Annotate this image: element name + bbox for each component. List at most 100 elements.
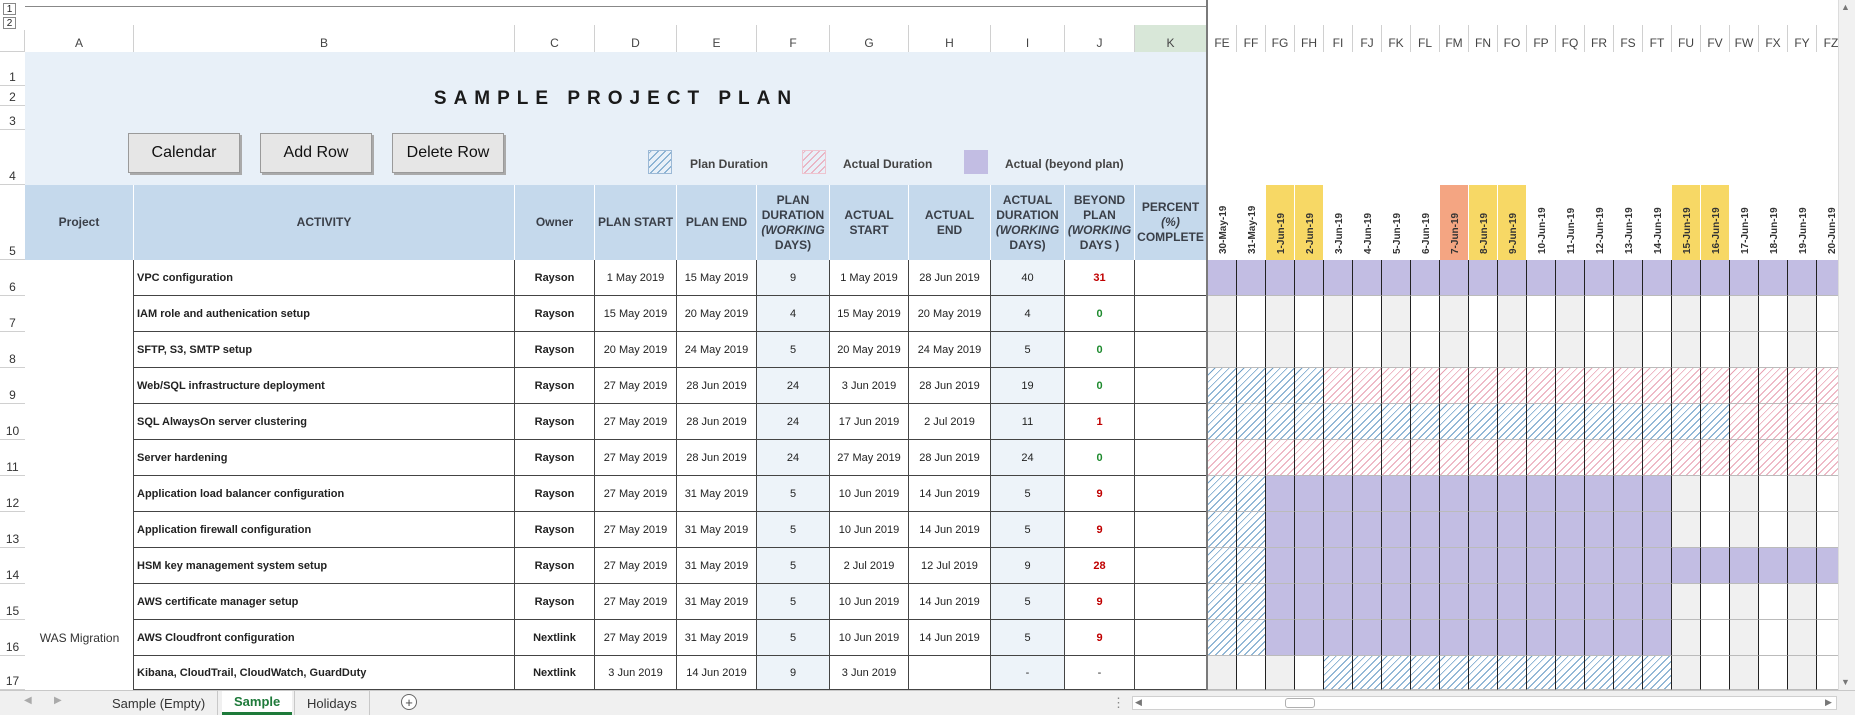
task-plan-end-cell[interactable]: 20 May 2019 [677, 296, 757, 332]
task-plan-duration-cell[interactable]: 4 [757, 296, 830, 332]
task-activity-cell[interactable]: Kibana, CloudTrail, CloudWatch, GuardDut… [134, 656, 515, 690]
tab-sample-empty[interactable]: Sample (Empty) [100, 691, 219, 715]
add-sheet-button[interactable]: + [401, 694, 417, 710]
row-header-12[interactable]: 12 [0, 476, 25, 512]
header-percent-complete[interactable]: PERCENT (%) COMPLETE [1135, 185, 1207, 260]
task-percent-cell[interactable] [1135, 656, 1207, 690]
task-plan-duration-cell[interactable]: 5 [757, 584, 830, 620]
task-actual-duration-cell[interactable]: 11 [991, 404, 1065, 440]
task-plan-end-cell[interactable]: 31 May 2019 [677, 548, 757, 584]
task-percent-cell[interactable] [1135, 368, 1207, 404]
task-owner-cell[interactable]: Nextlink [515, 620, 595, 656]
row-header-7[interactable]: 7 [0, 296, 25, 332]
task-plan-duration-cell[interactable]: 5 [757, 476, 830, 512]
task-actual-duration-cell[interactable]: 4 [991, 296, 1065, 332]
task-plan-start-cell[interactable]: 1 May 2019 [595, 260, 677, 296]
column-header-k[interactable]: K [1135, 25, 1207, 52]
task-plan-start-cell[interactable]: 27 May 2019 [595, 548, 677, 584]
add-row-button[interactable]: Add Row [260, 133, 372, 173]
row-header-15[interactable]: 15 [0, 584, 25, 620]
column-header-a[interactable]: A [25, 25, 134, 52]
row-header-11[interactable]: 11 [0, 440, 25, 476]
task-actual-end-cell[interactable]: 28 Jun 2019 [909, 368, 991, 404]
column-header-fx[interactable]: FX [1759, 25, 1788, 52]
task-percent-cell[interactable] [1135, 332, 1207, 368]
task-activity-cell[interactable]: SFTP, S3, SMTP setup [134, 332, 515, 368]
task-plan-duration-cell[interactable]: 5 [757, 548, 830, 584]
task-owner-cell[interactable]: Rayson [515, 584, 595, 620]
task-actual-start-cell[interactable]: 3 Jun 2019 [830, 368, 909, 404]
task-plan-end-cell[interactable]: 15 May 2019 [677, 260, 757, 296]
task-actual-duration-cell[interactable]: 5 [991, 332, 1065, 368]
task-owner-cell[interactable]: Rayson [515, 548, 595, 584]
task-actual-start-cell[interactable]: 3 Jun 2019 [830, 656, 909, 690]
task-plan-end-cell[interactable]: 14 Jun 2019 [677, 656, 757, 690]
column-header-fo[interactable]: FO [1498, 25, 1527, 52]
outline-level-2-button[interactable]: 2 [3, 17, 16, 29]
row-header-2[interactable]: 2 [0, 86, 25, 106]
column-header-ft[interactable]: FT [1643, 25, 1672, 52]
h-scroll-thumb[interactable] [1285, 698, 1315, 708]
h-scroll-left-icon[interactable]: ◀ [1135, 697, 1142, 708]
task-plan-duration-cell[interactable]: 24 [757, 368, 830, 404]
task-beyond-cell[interactable]: 0 [1065, 368, 1135, 404]
task-beyond-cell[interactable]: 9 [1065, 584, 1135, 620]
task-actual-start-cell[interactable]: 10 Jun 2019 [830, 512, 909, 548]
task-plan-start-cell[interactable]: 27 May 2019 [595, 512, 677, 548]
column-header-ff[interactable]: FF [1237, 25, 1266, 52]
task-activity-cell[interactable]: SQL AlwaysOn server clustering [134, 404, 515, 440]
column-header-f[interactable]: F [757, 25, 830, 52]
task-beyond-cell[interactable]: 28 [1065, 548, 1135, 584]
scroll-up-icon[interactable]: ▲ [1841, 2, 1850, 12]
header-beyond-plan[interactable]: BEYOND PLAN (WORKING DAYS ) [1065, 185, 1135, 260]
task-plan-start-cell[interactable]: 15 May 2019 [595, 296, 677, 332]
task-owner-cell[interactable]: Rayson [515, 476, 595, 512]
task-actual-end-cell[interactable]: 24 May 2019 [909, 332, 991, 368]
task-plan-duration-cell[interactable]: 5 [757, 332, 830, 368]
task-beyond-cell[interactable]: 1 [1065, 404, 1135, 440]
more-options-icon[interactable]: ⋮ [1112, 695, 1125, 711]
task-actual-start-cell[interactable]: 10 Jun 2019 [830, 476, 909, 512]
header-actual-duration[interactable]: ACTUAL DURATION (WORKING DAYS) [991, 185, 1065, 260]
task-beyond-cell[interactable]: 0 [1065, 296, 1135, 332]
task-owner-cell[interactable]: Rayson [515, 296, 595, 332]
task-activity-cell[interactable]: AWS certificate manager setup [134, 584, 515, 620]
calendar-button[interactable]: Calendar [128, 133, 240, 173]
task-percent-cell[interactable] [1135, 548, 1207, 584]
row-header-14[interactable]: 14 [0, 548, 25, 584]
task-beyond-cell[interactable]: 31 [1065, 260, 1135, 296]
column-header-fm[interactable]: FM [1440, 25, 1469, 52]
column-header-fr[interactable]: FR [1585, 25, 1614, 52]
task-percent-cell[interactable] [1135, 260, 1207, 296]
task-actual-end-cell[interactable]: 14 Jun 2019 [909, 620, 991, 656]
tab-scroll-left-icon[interactable]: ◀ [24, 695, 32, 706]
column-header-fw[interactable]: FW [1730, 25, 1759, 52]
task-plan-start-cell[interactable]: 27 May 2019 [595, 476, 677, 512]
delete-row-button[interactable]: Delete Row [392, 133, 504, 173]
task-actual-end-cell[interactable]: 14 Jun 2019 [909, 584, 991, 620]
task-plan-end-cell[interactable]: 31 May 2019 [677, 620, 757, 656]
column-header-g[interactable]: G [830, 25, 909, 52]
task-actual-end-cell[interactable]: 14 Jun 2019 [909, 512, 991, 548]
vertical-scrollbar[interactable] [1838, 0, 1855, 690]
task-actual-duration-cell[interactable]: - [991, 656, 1065, 690]
task-activity-cell[interactable]: Application load balancer configuration [134, 476, 515, 512]
row-header-13[interactable]: 13 [0, 512, 25, 548]
row-header-17[interactable]: 17 [0, 656, 25, 690]
project-cell[interactable] [25, 260, 134, 690]
task-actual-start-cell[interactable]: 20 May 2019 [830, 332, 909, 368]
row-header-10[interactable]: 10 [0, 404, 25, 440]
task-beyond-cell[interactable]: 9 [1065, 512, 1135, 548]
scroll-down-icon[interactable]: ▼ [1841, 677, 1850, 687]
task-beyond-cell[interactable]: 9 [1065, 620, 1135, 656]
task-actual-end-cell[interactable]: 20 May 2019 [909, 296, 991, 332]
task-activity-cell[interactable]: IAM role and authenication setup [134, 296, 515, 332]
task-percent-cell[interactable] [1135, 404, 1207, 440]
task-plan-end-cell[interactable]: 31 May 2019 [677, 512, 757, 548]
column-header-fn[interactable]: FN [1469, 25, 1498, 52]
task-owner-cell[interactable]: Rayson [515, 332, 595, 368]
column-header-e[interactable]: E [677, 25, 757, 52]
tab-sample[interactable]: Sample [222, 691, 293, 715]
task-plan-end-cell[interactable]: 28 Jun 2019 [677, 440, 757, 476]
task-plan-end-cell[interactable]: 31 May 2019 [677, 584, 757, 620]
